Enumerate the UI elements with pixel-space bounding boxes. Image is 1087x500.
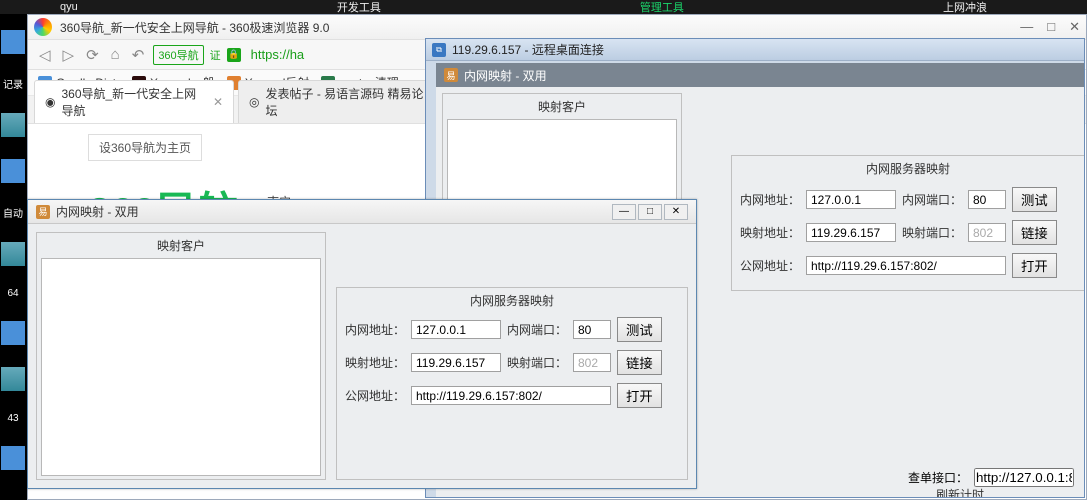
remote-app-title: 内网映射 - 双用 xyxy=(464,67,547,84)
map-addr-label: 映射地址： xyxy=(740,224,800,241)
desktop-label: 自动 xyxy=(3,205,23,220)
desktop-icon[interactable] xyxy=(1,446,25,470)
desktop-taskbar-top: qyu 开发工具 管理工具 上网冲浪 xyxy=(0,0,1087,14)
test-button[interactable]: 测试 xyxy=(1012,187,1057,212)
inner-port-input[interactable] xyxy=(573,320,611,339)
test-button[interactable]: 测试 xyxy=(617,317,662,342)
maximize-icon[interactable]: □ xyxy=(638,204,662,220)
client-listbox[interactable] xyxy=(41,258,321,476)
inner-addr-label: 内网地址： xyxy=(740,191,800,208)
pub-addr-input[interactable] xyxy=(806,256,1006,275)
app-titlebar[interactable]: 易 内网映射 - 双用 — □ ✕ xyxy=(28,200,696,224)
query-iface-label: 查单接口： xyxy=(908,469,968,486)
inner-addr-input[interactable] xyxy=(411,320,501,339)
undo-icon[interactable]: ↶ xyxy=(129,46,148,64)
rdp-title-text: 119.29.6.157 - 远程桌面连接 xyxy=(452,41,1078,58)
rdp-icon: ⧉ xyxy=(432,43,446,57)
app-icon: 易 xyxy=(36,205,50,219)
map-addr-input[interactable] xyxy=(806,223,896,242)
rdp-titlebar[interactable]: ⧉ 119.29.6.157 - 远程桌面连接 xyxy=(426,39,1084,61)
desktop-icon[interactable] xyxy=(1,367,25,391)
address-cert-tag: 证 xyxy=(210,47,221,63)
map-port-label: 映射端口： xyxy=(902,224,962,241)
tab-label: 360导航_新一代安全上网导航 xyxy=(61,85,206,119)
server-panel: 内网服务器映射 内网地址： 内网端口： 测试 映射地址： 映射端口： 链接 公网… xyxy=(336,287,688,480)
client-panel: 映射客户 xyxy=(36,232,326,480)
inner-port-input[interactable] xyxy=(968,190,1006,209)
pub-addr-label: 公网地址： xyxy=(740,257,800,274)
open-button[interactable]: 打开 xyxy=(617,383,662,408)
forward-icon[interactable]: ▷ xyxy=(60,46,78,64)
desktop-label: 记录 xyxy=(3,76,23,91)
back-icon[interactable]: ◁ xyxy=(36,46,54,64)
app-title-text: 内网映射 - 双用 xyxy=(56,203,612,220)
tab-active[interactable]: ◉ 360导航_新一代安全上网导航 ✕ xyxy=(34,80,234,123)
reload-icon[interactable]: ⟳ xyxy=(83,46,102,64)
tab-label: 发表帖子 - 易语言源码 精易论坛 xyxy=(265,85,427,119)
maximize-icon[interactable]: □ xyxy=(1047,19,1055,35)
top-label-dev: 开发工具 xyxy=(337,0,381,15)
desktop-icon[interactable] xyxy=(1,159,25,183)
inner-port-label: 内网端口： xyxy=(507,321,567,338)
server-panel: 内网服务器映射 内网地址： 内网端口： 测试 映射地址： 映射端口： 链接 公网… xyxy=(731,155,1085,291)
server-panel-title: 内网服务器映射 xyxy=(341,292,683,309)
minimize-icon[interactable]: — xyxy=(612,204,636,220)
address-site-tag: 360导航 xyxy=(153,45,203,65)
desktop-icon[interactable] xyxy=(1,321,25,345)
close-icon[interactable]: ✕ xyxy=(664,204,688,220)
desktop-icon[interactable] xyxy=(1,113,25,137)
top-label-net: 上网冲浪 xyxy=(943,0,987,15)
tab-favicon-icon: ◉ xyxy=(45,95,55,109)
top-label-mgmt: 管理工具 xyxy=(640,0,684,15)
pub-addr-label: 公网地址： xyxy=(345,387,405,404)
close-icon[interactable]: ✕ xyxy=(1069,19,1080,35)
refresh-timer-label: 刷新计时 xyxy=(936,486,984,498)
tab-favicon-icon: ◎ xyxy=(249,95,259,109)
pub-addr-input[interactable] xyxy=(411,386,611,405)
desktop-icon[interactable] xyxy=(1,242,25,266)
remote-bottom-bar: 查单接口： xyxy=(898,458,1084,497)
minimize-icon[interactable]: — xyxy=(1020,19,1033,35)
map-port-input[interactable] xyxy=(573,353,611,372)
set-homepage-button[interactable]: 设360导航为主页 xyxy=(88,134,202,161)
app-icon: 易 xyxy=(444,68,458,82)
inner-addr-label: 内网地址： xyxy=(345,321,405,338)
map-port-label: 映射端口： xyxy=(507,354,567,371)
client-panel-title: 映射客户 xyxy=(41,237,321,254)
address-url[interactable]: https://ha xyxy=(251,47,304,62)
open-button[interactable]: 打开 xyxy=(1012,253,1057,278)
home-icon[interactable]: ⌂ xyxy=(108,46,123,63)
link-button[interactable]: 链接 xyxy=(1012,220,1057,245)
browser-logo-icon xyxy=(34,18,52,36)
remote-app-titlebar[interactable]: 易 内网映射 - 双用 xyxy=(436,63,1084,87)
browser-title-text: 360导航_新一代安全上网导航 - 360极速浏览器 9.0 xyxy=(60,19,1020,36)
tab-inactive[interactable]: ◎ 发表帖子 - 易语言源码 精易论坛 xyxy=(238,80,438,123)
lock-icon: 🔒 xyxy=(227,48,241,62)
inner-addr-input[interactable] xyxy=(806,190,896,209)
desktop-icons-strip: 记录 自动 64 43 xyxy=(0,30,26,470)
desktop-icon[interactable] xyxy=(1,30,25,54)
map-port-input[interactable] xyxy=(968,223,1006,242)
top-label-left: qyu xyxy=(60,1,78,13)
map-addr-input[interactable] xyxy=(411,353,501,372)
link-button[interactable]: 链接 xyxy=(617,350,662,375)
map-addr-label: 映射地址： xyxy=(345,354,405,371)
local-app-window: 易 内网映射 - 双用 — □ ✕ 映射客户 内网服务器映射 内网地址： 内网端… xyxy=(27,199,697,489)
browser-titlebar[interactable]: 360导航_新一代安全上网导航 - 360极速浏览器 9.0 — □ ✕ xyxy=(28,15,1086,40)
server-panel-title: 内网服务器映射 xyxy=(736,160,1080,177)
tab-close-icon[interactable]: ✕ xyxy=(213,95,223,109)
client-panel-title: 映射客户 xyxy=(447,98,677,115)
inner-port-label: 内网端口： xyxy=(902,191,962,208)
desktop-label: 43 xyxy=(7,413,18,424)
desktop-label: 64 xyxy=(7,288,18,299)
query-iface-input[interactable] xyxy=(974,468,1074,487)
